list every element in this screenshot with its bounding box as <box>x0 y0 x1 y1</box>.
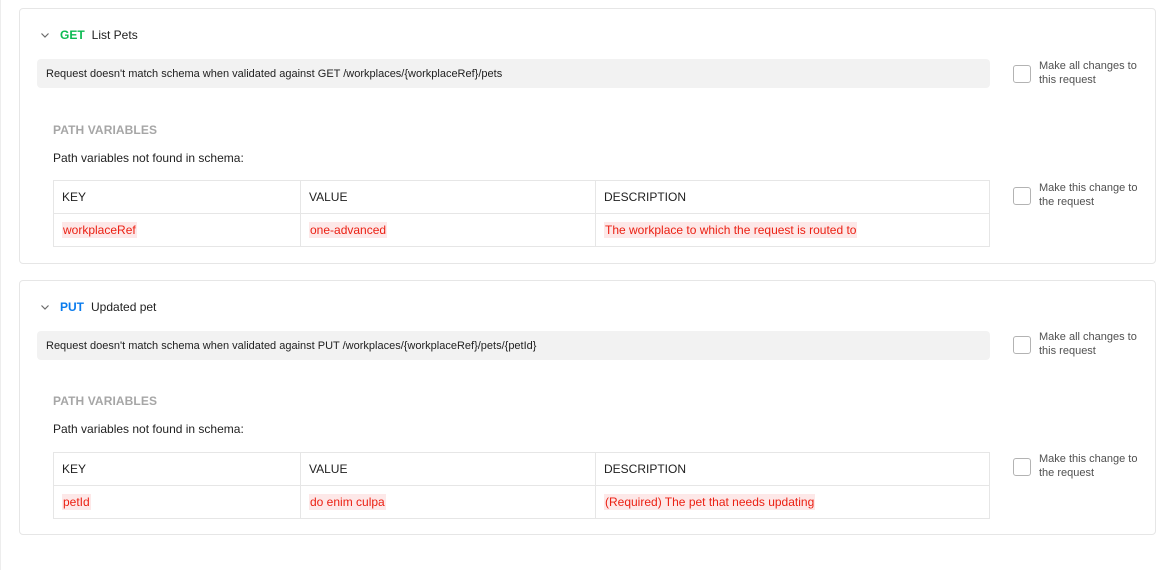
schema-validation-page: GET List Pets Request doesn't match sche… <box>0 0 1162 570</box>
value-value: do enim culpa <box>309 494 386 510</box>
table-header-row: KEY VALUE DESCRIPTION <box>53 180 990 214</box>
key-cell: petId <box>53 485 301 519</box>
section-subtitle: Path variables not found in schema: <box>53 151 244 165</box>
table-row: petId do enim culpa (Required) The pet t… <box>53 485 990 519</box>
section-title: PATH VARIABLES <box>53 123 158 137</box>
section-subtitle: Path variables not found in schema: <box>53 422 244 436</box>
description-value: The workplace to which the request is ro… <box>604 222 858 238</box>
column-header-description: DESCRIPTION <box>595 452 990 486</box>
request-header[interactable]: GET List Pets <box>40 27 138 43</box>
description-cell: (Required) The pet that needs updating <box>595 485 990 519</box>
section-title: PATH VARIABLES <box>53 394 158 408</box>
request-name: Updated pet <box>91 300 157 314</box>
path-variables-table: KEY VALUE DESCRIPTION petId do enim culp… <box>53 452 990 519</box>
description-cell: The workplace to which the request is ro… <box>595 213 990 247</box>
make-this-change-checkbox[interactable] <box>1013 458 1031 476</box>
request-header[interactable]: PUT Updated pet <box>40 299 156 315</box>
path-variables-table: KEY VALUE DESCRIPTION workplaceRef one-a… <box>53 180 990 247</box>
make-all-changes-checkbox[interactable] <box>1013 336 1031 354</box>
make-this-change-option[interactable]: Make this change to the request <box>1013 181 1144 209</box>
chevron-down-icon[interactable] <box>40 302 50 312</box>
make-this-change-option[interactable]: Make this change to the request <box>1013 452 1144 480</box>
request-card-list-pets: GET List Pets Request doesn't match sche… <box>19 8 1156 264</box>
value-cell: do enim culpa <box>300 485 596 519</box>
make-this-change-checkbox[interactable] <box>1013 187 1031 205</box>
key-value: petId <box>62 494 91 510</box>
column-header-value: VALUE <box>300 180 596 214</box>
table-row: workplaceRef one-advanced The workplace … <box>53 213 990 247</box>
make-all-changes-label: Make all changes to this request <box>1039 60 1137 86</box>
request-card-updated-pet: PUT Updated pet Request doesn't match sc… <box>19 280 1156 535</box>
make-all-changes-checkbox[interactable] <box>1013 65 1031 83</box>
method-badge: PUT <box>60 300 84 314</box>
value-value: one-advanced <box>309 222 388 238</box>
column-header-value: VALUE <box>300 452 596 486</box>
method-badge: GET <box>60 28 85 42</box>
key-value: workplaceRef <box>62 222 137 238</box>
table-header-row: KEY VALUE DESCRIPTION <box>53 452 990 486</box>
validation-banner: Request doesn't match schema when valida… <box>37 59 990 88</box>
key-cell: workplaceRef <box>53 213 301 247</box>
validation-banner: Request doesn't match schema when valida… <box>37 331 990 360</box>
column-header-key: KEY <box>53 452 301 486</box>
make-all-changes-option[interactable]: Make all changes to this request <box>1013 59 1144 87</box>
request-name: List Pets <box>91 28 138 42</box>
make-all-changes-option[interactable]: Make all changes to this request <box>1013 330 1144 358</box>
make-this-change-label: Make this change to the request <box>1039 182 1138 208</box>
make-this-change-label: Make this change to the request <box>1039 453 1138 479</box>
value-cell: one-advanced <box>300 213 596 247</box>
description-value: (Required) The pet that needs updating <box>604 494 816 510</box>
column-header-key: KEY <box>53 180 301 214</box>
chevron-down-icon[interactable] <box>40 30 50 40</box>
make-all-changes-label: Make all changes to this request <box>1039 331 1137 357</box>
column-header-description: DESCRIPTION <box>595 180 990 214</box>
